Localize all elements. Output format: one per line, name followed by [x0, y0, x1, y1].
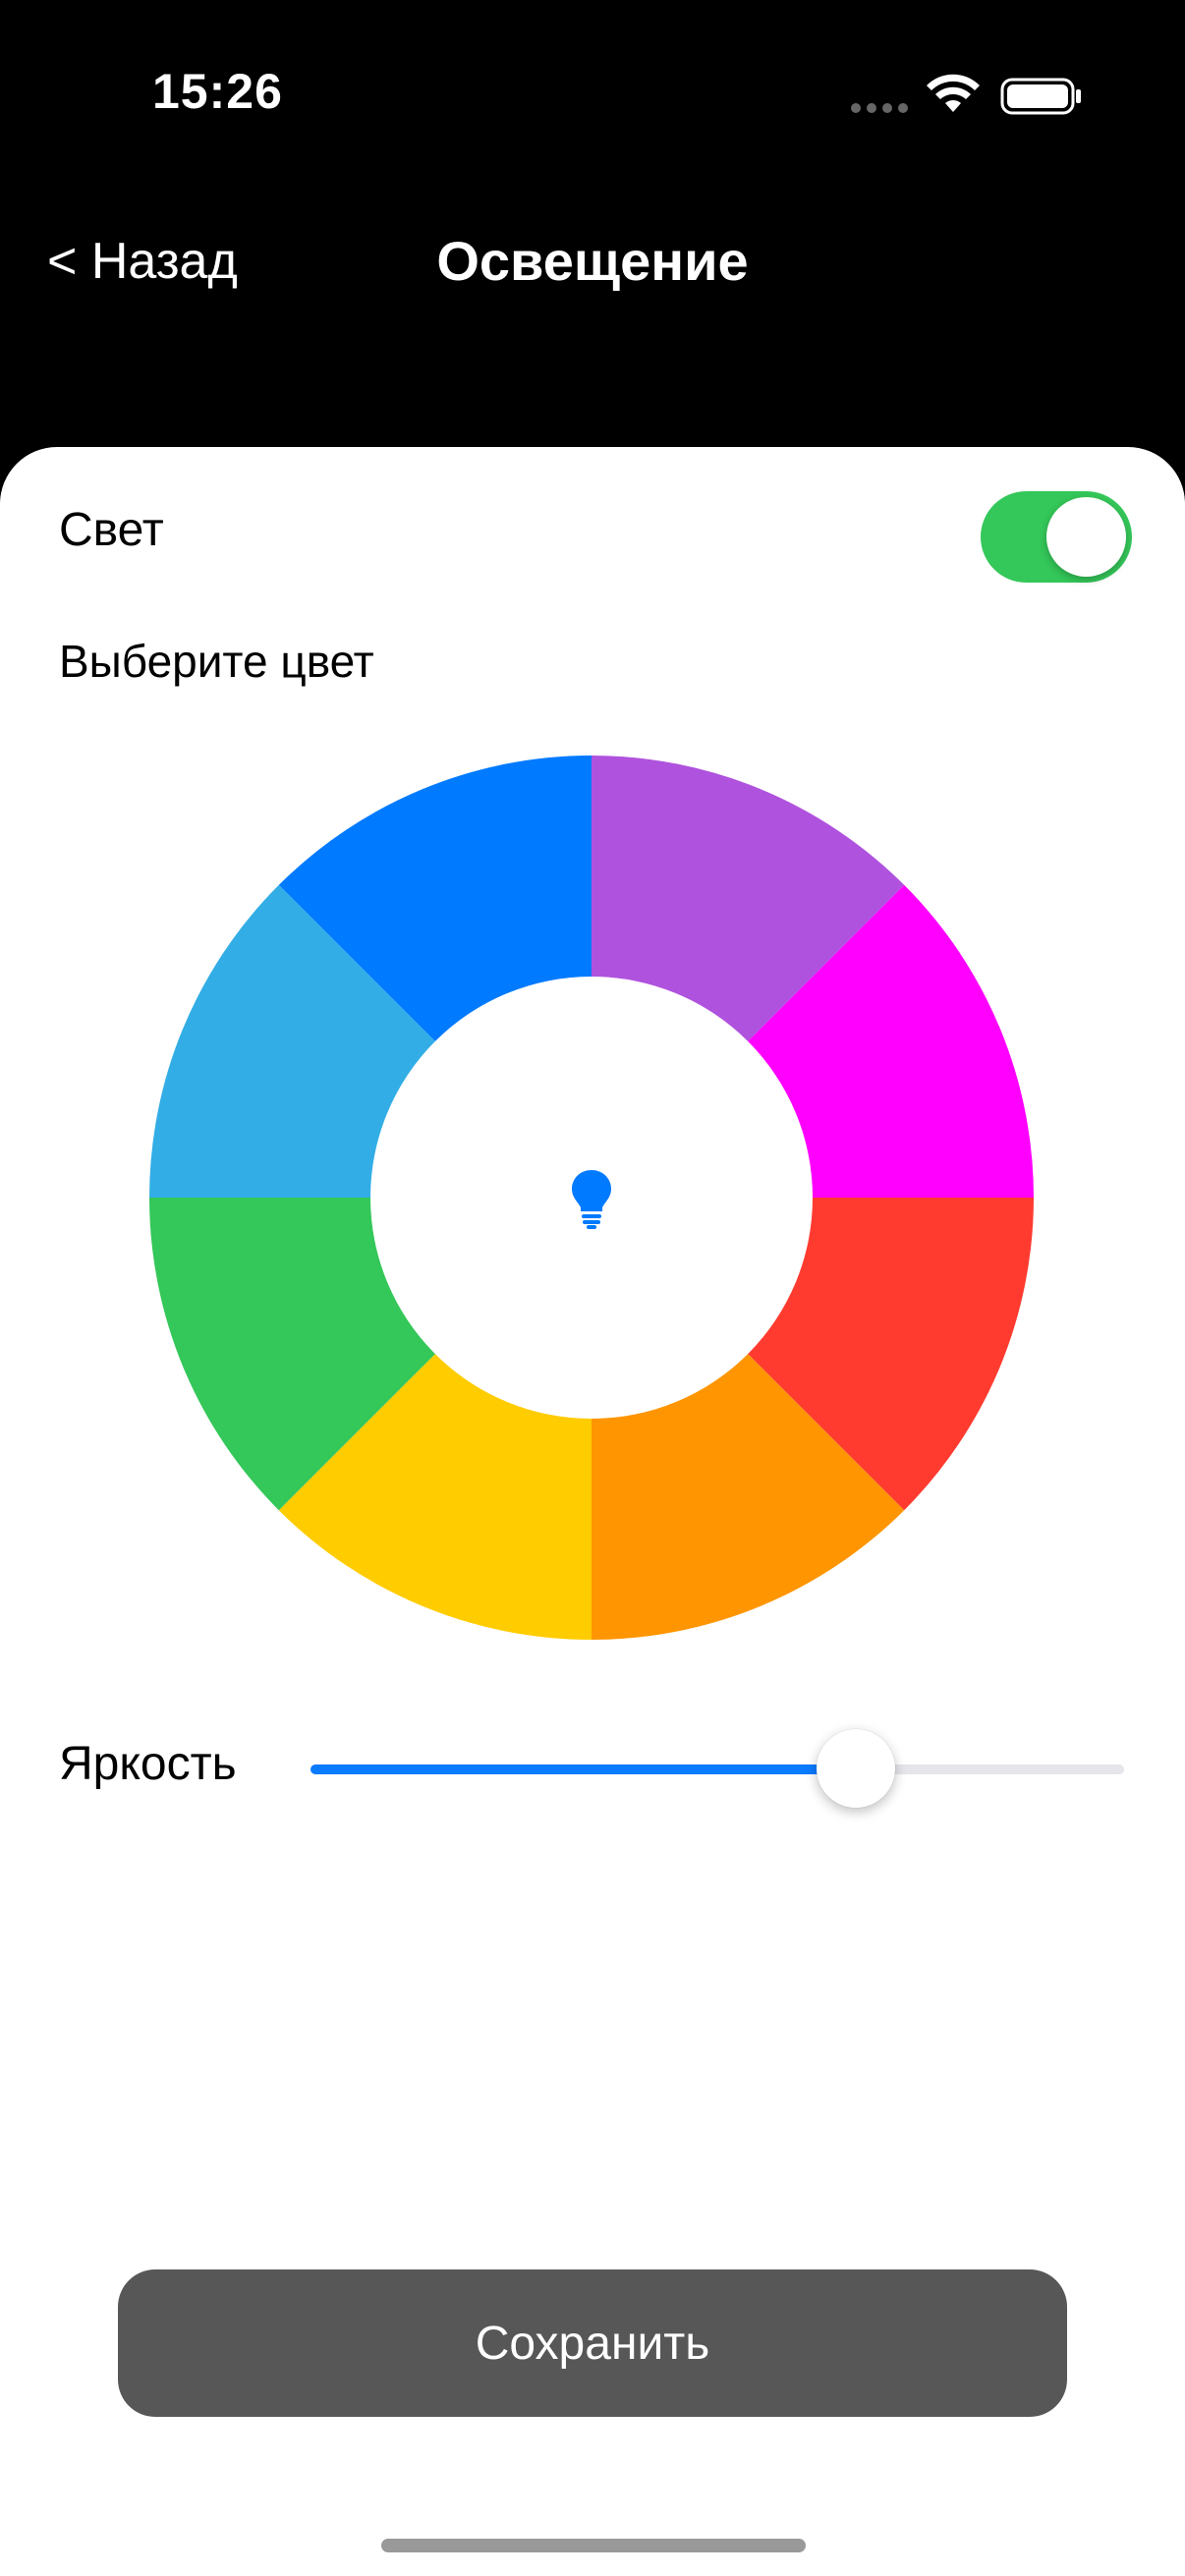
toggle-knob: [1046, 497, 1126, 577]
phone-screen: 15:26 < Назад Освещение Свет Выберите цв…: [0, 0, 1185, 2576]
page-title: Освещение: [436, 230, 749, 292]
slider-thumb[interactable]: [816, 1729, 895, 1808]
slider-fill: [310, 1764, 856, 1774]
choose-color-label: Выберите цвет: [59, 636, 374, 687]
wifi-icon: [927, 74, 980, 112]
save-button[interactable]: Сохранить: [118, 2269, 1067, 2417]
light-label: Свет: [59, 504, 164, 556]
light-toggle[interactable]: [981, 491, 1132, 583]
home-indicator: [381, 2539, 806, 2552]
status-time: 15:26: [152, 64, 283, 119]
cellular-signal-icon: [851, 103, 908, 113]
lightbulb-icon: [572, 1170, 611, 1229]
battery-icon: [1000, 78, 1081, 115]
brightness-slider[interactable]: [310, 1729, 1124, 1808]
brightness-label: Яркость: [59, 1738, 237, 1790]
